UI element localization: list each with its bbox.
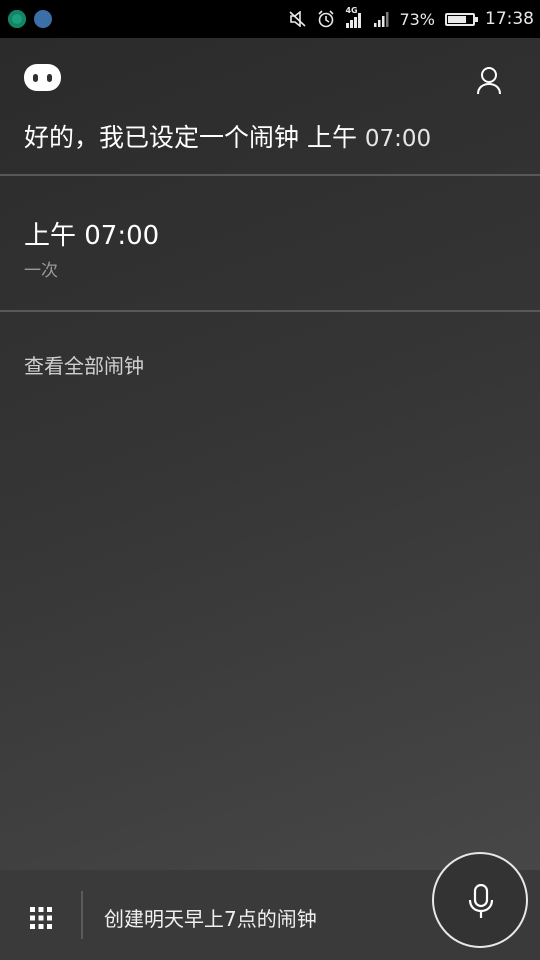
microphone-button[interactable] [432,852,528,948]
voice-query-text: 创建明天早上7点的闹钟 [104,907,317,931]
status-bar-system: 4G 73% 17:38 [289,6,534,29]
microphone-icon [468,884,494,918]
signal-icon [373,10,389,28]
view-all-alarms-link[interactable]: 查看全部闹钟 [24,350,144,379]
divider-bottom [0,310,540,312]
alarm-repeat: 一次 [24,261,58,281]
battery-percent: 73% [399,9,435,29]
assistant-logo-icon [24,64,61,91]
response-text: 好的，我已设定一个闹钟 上午 [24,123,357,152]
clock: 17:38 [485,9,534,29]
profile-icon[interactable] [476,66,502,96]
keyboard-grid-icon[interactable] [30,907,52,929]
response-time: 07:00 [364,126,432,152]
battery-level-fill [448,15,466,23]
mute-icon [289,11,307,27]
divider-top [0,174,540,176]
app-notification-icon [8,10,26,28]
screenshot-notification-icon [34,10,52,28]
alarm-icon [317,10,335,28]
status-bar: 4G 73% 17:38 [0,0,540,38]
assistant-response: 好的，我已设定一个闹钟 上午 07:00 [24,118,431,154]
mobile-data-icon: 4G [345,6,363,29]
status-bar-notifications [8,10,52,28]
battery-icon [445,12,478,26]
alarm-time: 上午 07:00 [24,221,160,251]
bottom-bar-separator [81,891,83,939]
logo-eye-left [33,74,38,82]
logo-eye-right [47,74,52,82]
